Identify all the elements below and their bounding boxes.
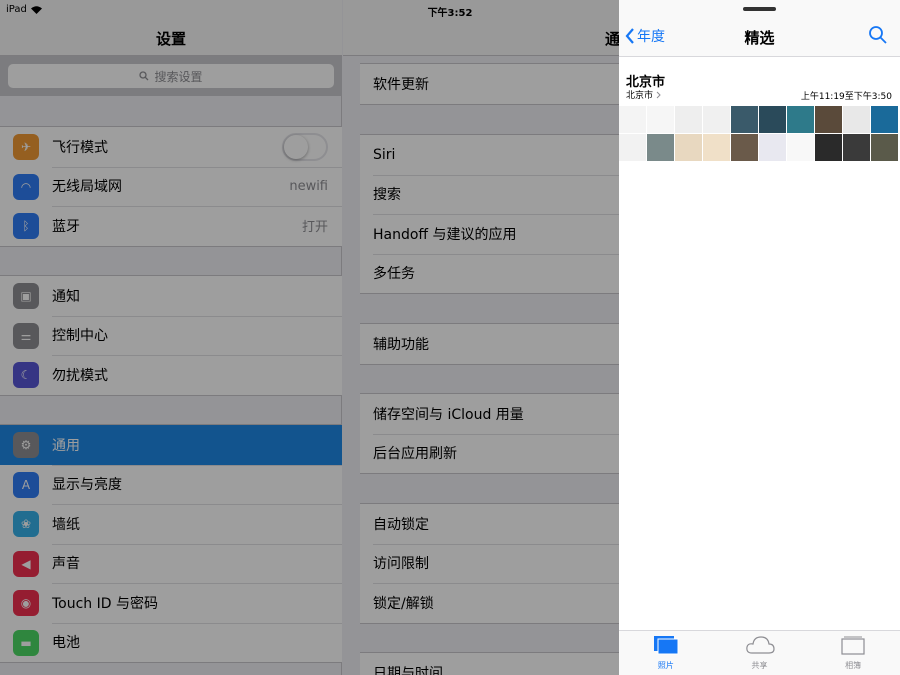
photo-thumbnail[interactable] (871, 106, 898, 133)
photos-title: 精选 (744, 29, 775, 47)
photo-thumbnail[interactable] (647, 106, 674, 133)
photo-thumbnail[interactable] (871, 134, 898, 161)
time-range: 上午11:19至下午3:50 (800, 92, 892, 102)
photo-thumbnail[interactable] (731, 106, 758, 133)
photo-thumbnail[interactable] (815, 134, 842, 161)
sublocation-link[interactable]: 北京市 (626, 88, 661, 101)
tab-item[interactable]: 照片 (619, 631, 713, 675)
tab-label: 共享 (751, 661, 768, 670)
slide-over-grabber[interactable] (743, 7, 776, 11)
photo-thumbnail[interactable] (675, 106, 702, 133)
photo-grid (619, 106, 900, 163)
photos-nav-bar: 年度 精选 (619, 0, 900, 57)
photo-thumbnail[interactable] (619, 134, 646, 161)
photo-thumbnail[interactable] (843, 106, 870, 133)
photos-tab-bar: 照片 共享 相簿 (619, 630, 900, 675)
photo-thumbnail[interactable] (731, 134, 758, 161)
photo-thumbnail[interactable] (759, 134, 786, 161)
albums-icon (840, 635, 866, 657)
tab-label: 相簿 (845, 661, 862, 670)
search-icon[interactable] (868, 25, 888, 45)
tab-label: 照片 (657, 661, 674, 670)
tab-item[interactable]: 相簿 (806, 631, 900, 675)
chevron-right-icon (656, 91, 661, 98)
photo-thumbnail[interactable] (619, 106, 646, 133)
photo-thumbnail[interactable] (843, 134, 870, 161)
dim-overlay[interactable] (0, 0, 619, 675)
photo-thumbnail[interactable] (647, 134, 674, 161)
photo-thumbnail[interactable] (703, 134, 730, 161)
photos-slide-over: 年度 精选 北京市 北京市 上午11:19至下午3:50 照片 共享 相簿 (619, 0, 900, 675)
cloud-icon (745, 635, 775, 657)
photo-thumbnail[interactable] (703, 106, 730, 133)
tab-item[interactable]: 共享 (713, 631, 807, 675)
photo-thumbnail[interactable] (759, 106, 786, 133)
photo-thumbnail[interactable] (787, 106, 814, 133)
sublocation-label: 北京市 (626, 91, 654, 101)
photo-thumbnail[interactable] (675, 134, 702, 161)
photo-thumbnail[interactable] (815, 106, 842, 133)
photos-tab-icon (653, 635, 679, 657)
photo-thumbnail[interactable] (787, 134, 814, 161)
